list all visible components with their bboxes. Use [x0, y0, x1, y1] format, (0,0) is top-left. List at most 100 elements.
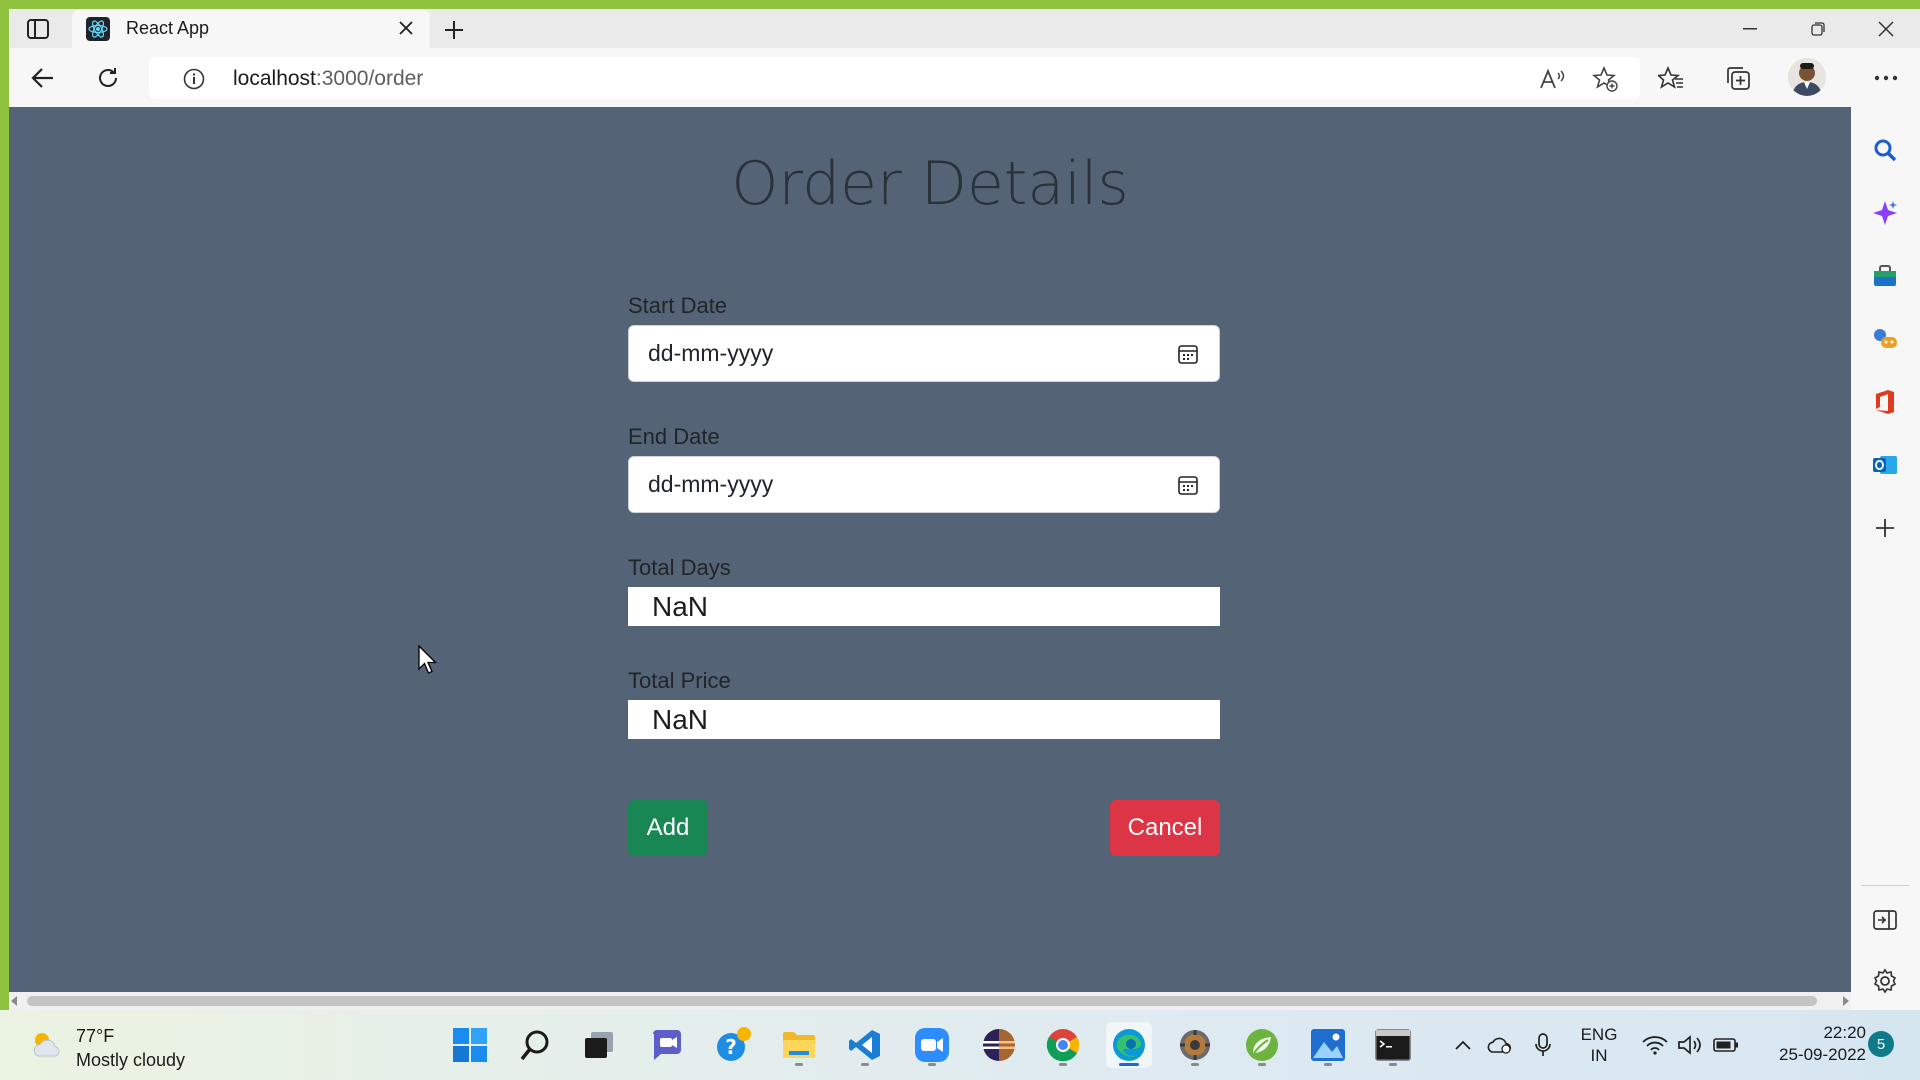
onedrive-icon[interactable]: [1486, 1032, 1512, 1058]
language-indicator[interactable]: ENG IN: [1574, 1024, 1624, 1066]
task-view-icon[interactable]: [576, 1022, 622, 1068]
microphone-icon[interactable]: [1530, 1032, 1556, 1058]
search-icon[interactable]: [1868, 133, 1902, 167]
form-actions: Add Cancel: [628, 800, 1220, 856]
weather-temperature: 77°F: [76, 1026, 115, 1046]
address-bar[interactable]: localhost:3000/order: [149, 57, 1640, 99]
start-date-input[interactable]: dd-mm-yyyy: [628, 325, 1220, 382]
chevron-up-icon[interactable]: [1450, 1032, 1476, 1058]
scroll-right-icon[interactable]: [1843, 996, 1849, 1006]
end-date-label: End Date: [628, 424, 720, 449]
collections-icon[interactable]: [1721, 61, 1755, 95]
tab-actions-icon[interactable]: [23, 15, 53, 43]
url-text[interactable]: localhost:3000/order: [233, 67, 423, 91]
total-price-label: Total Price: [628, 668, 731, 693]
notification-badge[interactable]: 5: [1868, 1031, 1894, 1057]
system-clock[interactable]: 22:20 25-09-2022: [1756, 1022, 1866, 1066]
terminal-icon[interactable]: [1370, 1022, 1416, 1068]
react-icon: [86, 16, 110, 41]
mouse-cursor-icon: [418, 645, 438, 674]
vscode-icon[interactable]: [842, 1022, 888, 1068]
star-plus-icon[interactable]: [1591, 66, 1619, 92]
tab-title: React App: [126, 18, 210, 38]
edge-sidebar: [1851, 107, 1920, 1010]
favorites-icon[interactable]: [1654, 61, 1688, 95]
calendar-icon[interactable]: [1177, 343, 1199, 365]
games-icon[interactable]: [1868, 322, 1902, 356]
settings-app-icon[interactable]: [1172, 1022, 1218, 1068]
settings-icon[interactable]: [1868, 964, 1902, 998]
svg-text:?: ?: [725, 1035, 737, 1059]
plus-icon[interactable]: [440, 16, 468, 44]
photos-icon[interactable]: [1305, 1022, 1351, 1068]
weather-condition: Mostly cloudy: [76, 1050, 186, 1070]
close-window-icon[interactable]: [1852, 9, 1920, 48]
read-aloud-icon[interactable]: [1538, 67, 1566, 91]
running-indicator: [1191, 1063, 1199, 1066]
running-indicator: [1389, 1063, 1397, 1066]
battery-icon[interactable]: [1713, 1032, 1739, 1058]
scroll-left-icon[interactable]: [11, 996, 17, 1006]
refresh-icon[interactable]: [90, 61, 126, 95]
close-icon[interactable]: [396, 18, 416, 38]
language-code: ENG: [1580, 1025, 1618, 1044]
eclipse-icon[interactable]: [976, 1022, 1022, 1068]
total-days-value: NaN: [628, 587, 1220, 626]
restore-icon[interactable]: [1784, 9, 1852, 48]
add-button[interactable]: Add: [628, 800, 708, 856]
running-indicator: [1258, 1063, 1266, 1066]
shopping-icon[interactable]: [1868, 259, 1902, 293]
hide-sidebar-icon[interactable]: [1868, 903, 1902, 937]
clock-time: 22:20: [1823, 1023, 1866, 1042]
running-indicator: [1324, 1063, 1332, 1066]
chrome-icon[interactable]: [1040, 1022, 1086, 1068]
url-host: localhost: [233, 67, 316, 90]
taskbar: 77°F Mostly cloudy ? ENG IN 22:20 25-09-…: [0, 1010, 1920, 1080]
spring-icon[interactable]: [1239, 1022, 1285, 1068]
running-indicator: [1119, 1063, 1139, 1066]
url-path: :3000/order: [315, 67, 424, 90]
volume-icon[interactable]: [1677, 1032, 1703, 1058]
cancel-button[interactable]: Cancel: [1110, 800, 1220, 856]
info-icon[interactable]: [183, 68, 205, 90]
end-date-input[interactable]: dd-mm-yyyy: [628, 456, 1220, 513]
running-indicator: [1059, 1063, 1067, 1066]
page-viewport: Order Details Start Date dd-mm-yyyy End …: [9, 107, 1851, 992]
scrollbar-thumb[interactable]: [27, 996, 1817, 1006]
outlook-icon[interactable]: [1868, 448, 1902, 482]
start-date-label: Start Date: [628, 293, 728, 318]
browser-window: React App localhost:3000/order Order Det…: [9, 9, 1920, 1010]
running-indicator: [861, 1063, 869, 1066]
end-date-placeholder: dd-mm-yyyy: [648, 471, 774, 497]
plus-icon[interactable]: [1868, 511, 1902, 545]
more-icon[interactable]: [1869, 61, 1903, 95]
edge-icon[interactable]: [1106, 1022, 1152, 1068]
order-form: Start Date dd-mm-yyyy End Date dd-mm-yyy…: [628, 293, 1220, 781]
running-indicator: [795, 1063, 803, 1066]
calendar-icon[interactable]: [1177, 474, 1199, 496]
minimize-icon[interactable]: [1716, 9, 1784, 48]
teams-chat-icon[interactable]: [644, 1022, 690, 1068]
avatar[interactable]: [1788, 58, 1826, 96]
page-title: Order Details: [731, 149, 1129, 219]
office-icon[interactable]: [1868, 385, 1902, 419]
region-code: IN: [1590, 1046, 1608, 1065]
total-days-label: Total Days: [628, 555, 731, 580]
help-icon[interactable]: ?: [711, 1022, 757, 1068]
copilot-icon[interactable]: [1868, 196, 1902, 230]
file-explorer-icon[interactable]: [776, 1022, 822, 1068]
clock-date: 25-09-2022: [1779, 1045, 1866, 1064]
horizontal-scrollbar[interactable]: [9, 992, 1851, 1010]
wifi-icon[interactable]: [1642, 1032, 1668, 1058]
start-date-placeholder: dd-mm-yyyy: [648, 340, 774, 366]
sidebar-divider: [1861, 885, 1909, 886]
zoom-icon[interactable]: [909, 1022, 955, 1068]
back-arrow-icon[interactable]: [25, 61, 61, 95]
browser-tab[interactable]: React App: [72, 9, 430, 48]
windows-start-icon[interactable]: [447, 1022, 493, 1068]
navigation-bar: localhost:3000/order: [9, 48, 1920, 107]
running-indicator: [928, 1063, 936, 1066]
window-controls: [1716, 9, 1920, 48]
search-icon[interactable]: [513, 1022, 559, 1068]
partly-cloudy-icon: [33, 1033, 60, 1057]
